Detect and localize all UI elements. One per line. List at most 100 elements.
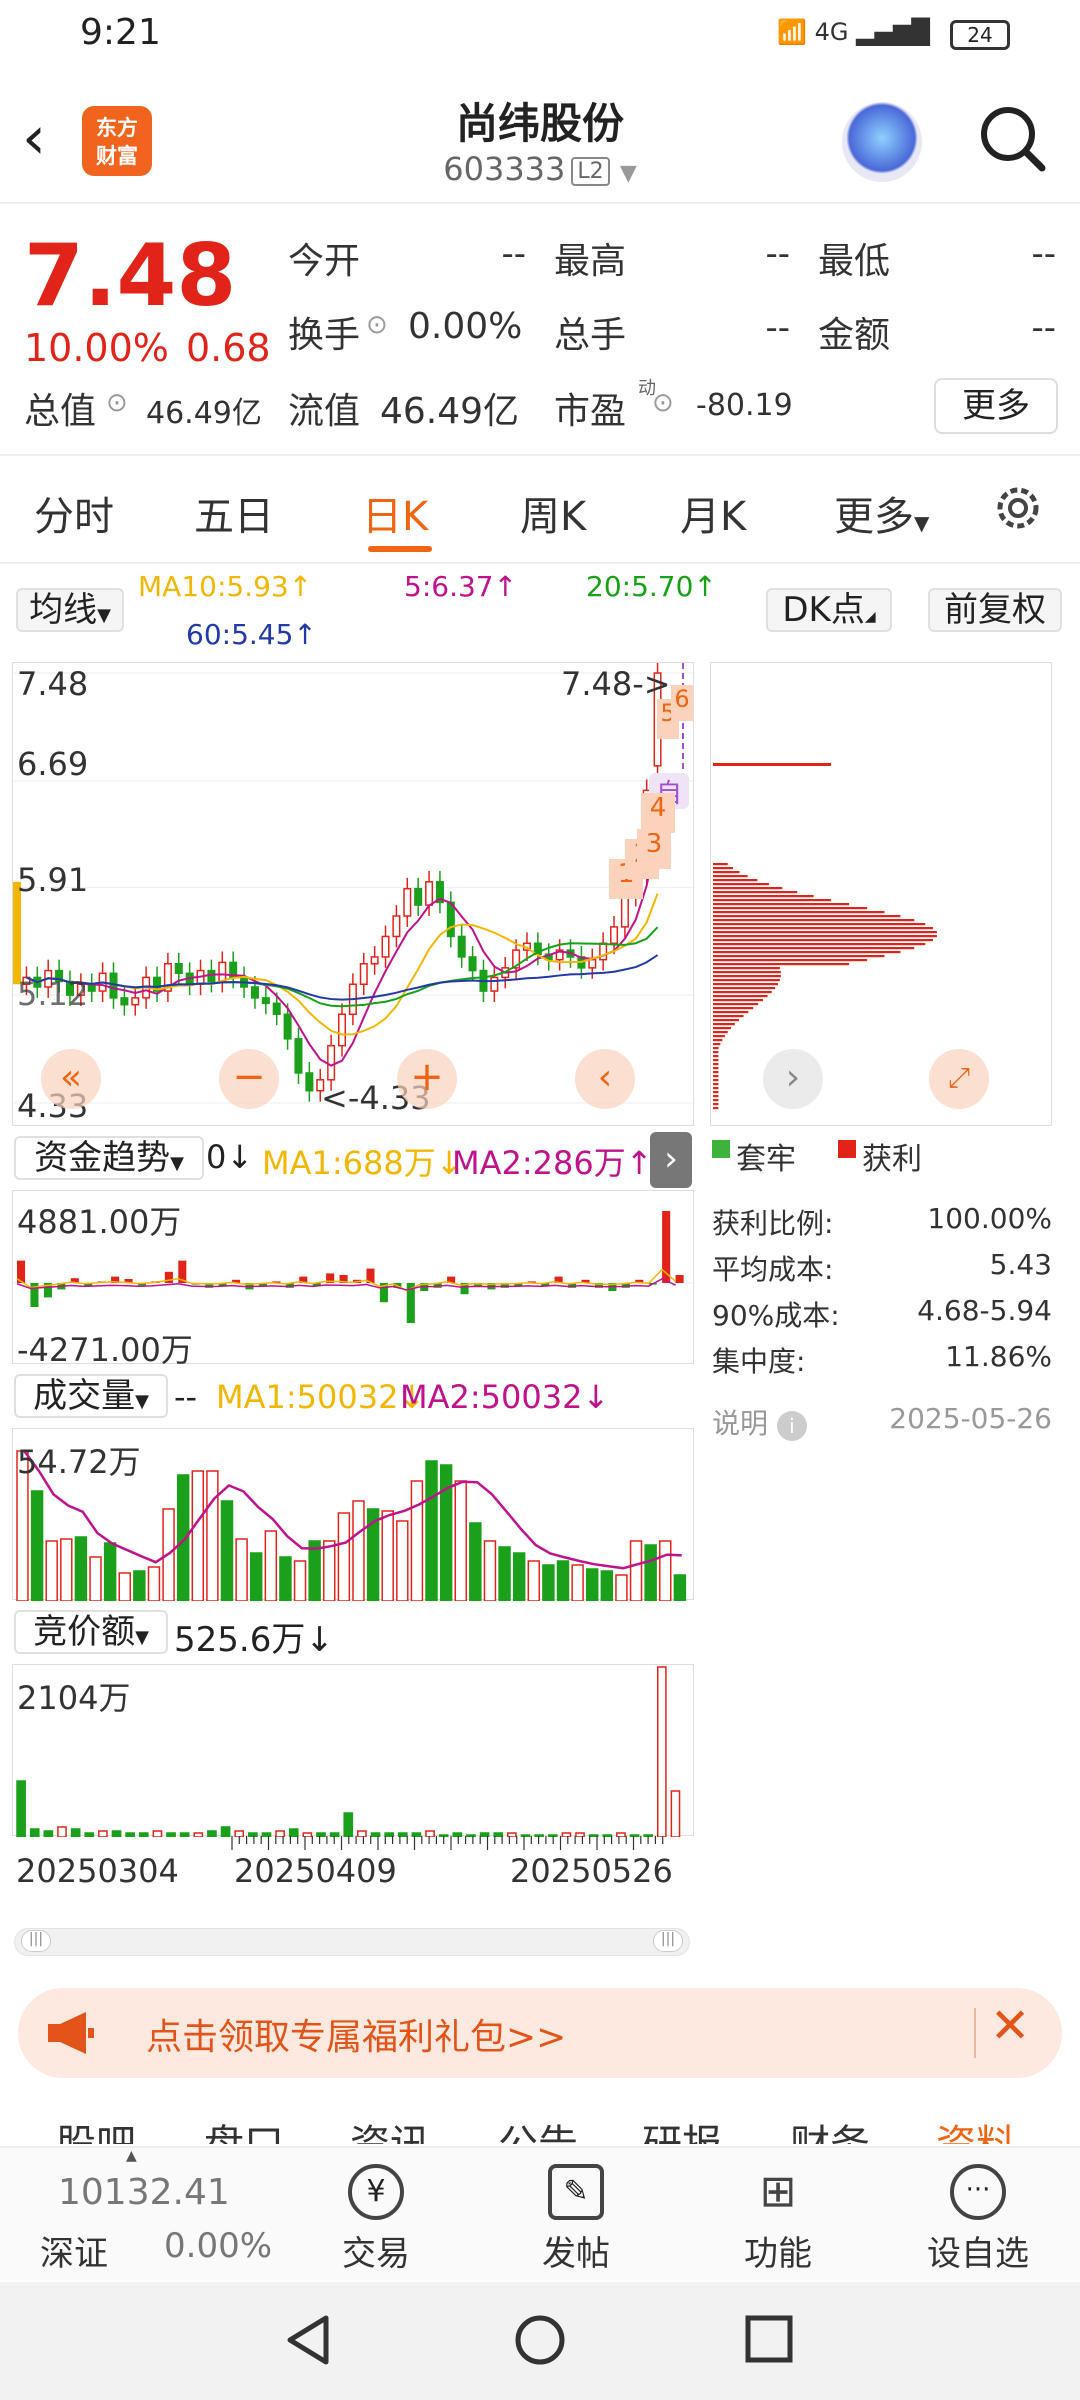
chip-bar xyxy=(713,1083,719,1086)
tab-intraday[interactable]: 分时 xyxy=(34,484,114,542)
volume-bar xyxy=(235,1538,248,1602)
chip-bar xyxy=(713,1091,719,1094)
chip-bar xyxy=(713,1023,735,1026)
step-left-icon[interactable]: ‹ xyxy=(575,1049,635,1109)
volume-chart[interactable]: 54.72万 xyxy=(12,1428,694,1602)
bottom-toolbar: ▲ 10132.41 深证 0.00% ¥ 交易 ✎ 发帖 ⊞ 功能 ··· 设… xyxy=(0,2146,1080,2280)
nav-home-icon[interactable] xyxy=(512,2312,568,2368)
signal-6: 6 xyxy=(671,685,693,721)
chip-bar xyxy=(713,1051,719,1054)
chip-bar xyxy=(713,995,768,998)
volume-selector[interactable]: 成交量▼ xyxy=(14,1374,168,1418)
info-icon[interactable]: ⊙ xyxy=(366,310,388,340)
kline-chart[interactable]: 7.48 6.69 5.91 5.12 4.33 7.48-> <-4.33 自… xyxy=(12,662,695,1126)
chip-bar xyxy=(713,927,933,930)
chip-bar xyxy=(713,967,780,970)
candle-body xyxy=(588,958,597,969)
step-right-icon[interactable]: › xyxy=(763,1049,823,1109)
info-tabs: 股吧 盘口 资讯 公告 研报 财务 资料 xyxy=(0,2104,1080,2144)
volume-label: 总手 xyxy=(554,315,627,356)
chip-bar xyxy=(713,1015,744,1018)
dk-point-selector[interactable]: DK点◢ xyxy=(766,588,892,632)
chip-bar xyxy=(713,975,781,978)
open-value: -- xyxy=(501,234,526,274)
expand-icon[interactable]: ⤢ xyxy=(929,1049,989,1109)
mcap-value: 46.49亿 xyxy=(146,396,262,431)
ma-selector[interactable]: 均线▼ xyxy=(16,588,124,632)
tab-monthly-k[interactable]: 月K xyxy=(680,484,746,542)
tab-news[interactable]: 资讯 xyxy=(350,2112,430,2144)
tab-profile[interactable]: 资料 xyxy=(936,2112,1016,2144)
tab-financials[interactable]: 财务 xyxy=(790,2112,870,2144)
tab-five-day[interactable]: 五日 xyxy=(194,484,274,542)
volume-bar xyxy=(629,1540,643,1602)
chip-distribution[interactable]: › ⤢ xyxy=(710,662,1052,1126)
auction-chart[interactable]: 2104万 xyxy=(12,1664,694,1838)
range-handle-right[interactable]: ||| xyxy=(653,1930,683,1952)
tab-weekly-k[interactable]: 周K xyxy=(520,484,586,542)
volume-bar xyxy=(293,1560,307,1602)
info-icon[interactable]: ⊙ xyxy=(652,388,674,418)
chip-bar xyxy=(713,959,868,962)
auction-selector[interactable]: 竞价额▼ xyxy=(14,1610,168,1654)
trade-button[interactable]: ¥ 交易 xyxy=(316,2164,436,2275)
chip-bar xyxy=(713,923,926,926)
zoom-in-icon[interactable]: + xyxy=(397,1049,457,1109)
volume-bar xyxy=(133,1570,146,1602)
tab-daily-k[interactable]: 日K xyxy=(362,484,428,542)
volume-bar xyxy=(89,1556,102,1602)
volume-bar xyxy=(425,1460,438,1602)
close-icon[interactable]: ✕ xyxy=(990,1998,1030,2054)
tab-more-label: 更多 xyxy=(834,494,914,540)
nav-back-icon[interactable] xyxy=(282,2312,334,2368)
range-handle-left[interactable]: ||| xyxy=(21,1930,51,1952)
candle-body xyxy=(359,963,368,985)
chip-bar xyxy=(713,1075,719,1078)
chip-note-label: 说明 xyxy=(712,1407,769,1440)
info-icon[interactable]: ⊙ xyxy=(106,388,128,418)
chip-bar xyxy=(713,899,832,902)
tab-forum[interactable]: 股吧 xyxy=(56,2112,136,2144)
legend-trap-swatch xyxy=(712,1140,730,1158)
functions-button[interactable]: ⊞ 功能 xyxy=(718,2164,838,2275)
nav-recents-icon[interactable] xyxy=(744,2314,794,2364)
add-watchlist-button[interactable]: ··· 设自选 xyxy=(918,2164,1038,2275)
tab-orderbook[interactable]: 盘口 xyxy=(204,2112,284,2144)
fund-y-min: -4271.00万 xyxy=(17,1331,193,1369)
chip-svg xyxy=(713,763,937,1110)
chip-bar xyxy=(713,863,728,866)
expand-panel-icon[interactable]: › xyxy=(650,1132,692,1188)
volume-bar xyxy=(60,1538,73,1602)
volume-bar xyxy=(659,1540,672,1602)
tab-research[interactable]: 研报 xyxy=(642,2112,722,2144)
chip-bar xyxy=(713,907,868,910)
profit-ratio-value: 100.00% xyxy=(927,1202,1052,1235)
concentration-label: 集中度: xyxy=(712,1345,806,1378)
candle-body xyxy=(294,1038,303,1074)
search-icon[interactable] xyxy=(976,102,1048,174)
robot-assistant-icon[interactable] xyxy=(842,102,922,182)
tab-announcements[interactable]: 公告 xyxy=(498,2112,578,2144)
gear-icon[interactable] xyxy=(990,480,1046,536)
range-scrollbar[interactable]: ||| ||| xyxy=(14,1928,690,1956)
post-button[interactable]: ✎ 发帖 xyxy=(516,2164,636,2275)
float-value: 46.49亿 xyxy=(380,391,520,432)
chip-bar xyxy=(713,1019,739,1022)
volume-bar xyxy=(410,1480,424,1602)
volume-bar xyxy=(45,1540,58,1602)
auction-value: 525.6万↓ xyxy=(174,1620,334,1660)
high-label: 最高 xyxy=(554,241,627,282)
promo-banner[interactable]: 点击领取专属福利礼包>> ✕ xyxy=(18,1988,1062,2078)
more-button[interactable]: 更多 xyxy=(934,378,1058,434)
zoom-out-icon[interactable]: − xyxy=(219,1049,279,1109)
volume-bar xyxy=(220,1500,234,1602)
chip-note-link[interactable]: 说明 i xyxy=(712,1402,807,1442)
chip-bar xyxy=(713,991,772,994)
fund-trend-selector[interactable]: 资金趋势▼ xyxy=(14,1136,204,1180)
adjust-selector[interactable]: 前复权 xyxy=(928,588,1062,632)
fund-trend-chart[interactable]: 4881.00万 -4271.00万 xyxy=(12,1190,695,1369)
scroll-left-icon[interactable]: « xyxy=(41,1049,101,1109)
volume-bar xyxy=(396,1520,409,1602)
tab-more[interactable]: 更多▼ xyxy=(834,484,929,542)
index-value[interactable]: 10132.41 xyxy=(58,2172,230,2213)
